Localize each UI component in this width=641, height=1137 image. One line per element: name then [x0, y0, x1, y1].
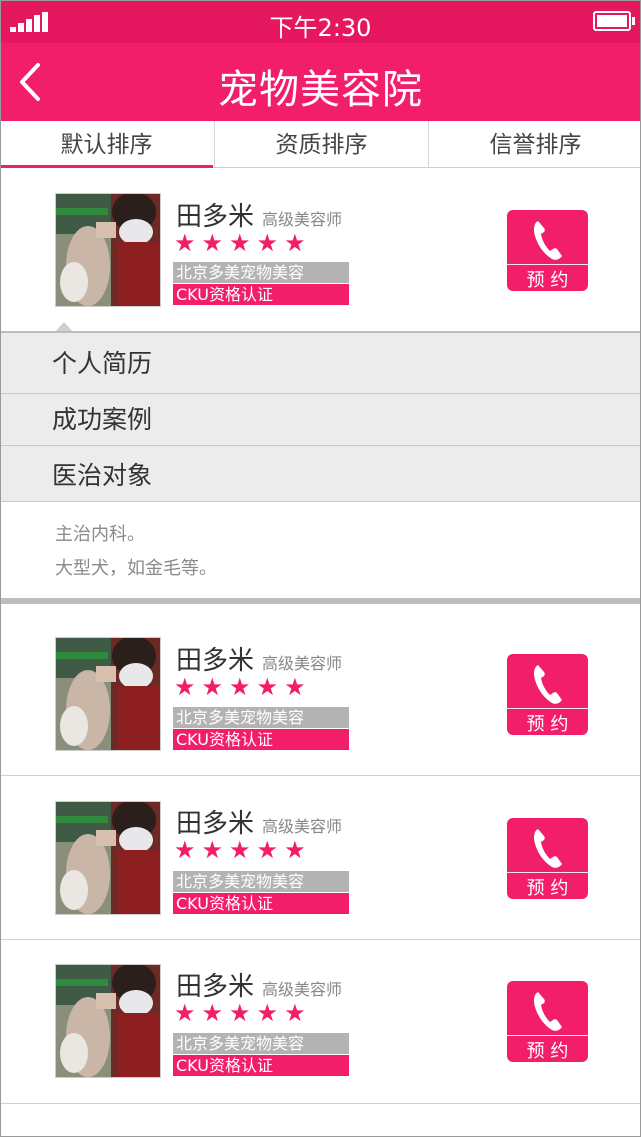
rating-stars: ★★★★★ [174, 836, 312, 864]
groomer-name: 田多米 [176, 202, 255, 232]
page-title: 宠物美容院 [218, 67, 423, 113]
rating-stars: ★★★★★ [174, 229, 312, 257]
groomer-card[interactable]: 田多米 高级美容师 ★★★★★ 北京多美宠物美容 CKU资格认证 预 约 [0, 168, 641, 331]
status-time: 下午2:30 [269, 14, 372, 42]
groomer-card[interactable]: 田多米 高级美容师 ★★★★★ 北京多美宠物美容 CKU资格认证 预 约 [0, 604, 641, 775]
menu-resume[interactable]: 个人简历 [0, 333, 641, 394]
avatar [55, 637, 161, 751]
cert-tag: CKU资格认证 [173, 284, 349, 305]
phone-icon [532, 990, 564, 1032]
book-call-button[interactable]: 预 约 [507, 210, 588, 291]
book-label: 预 约 [526, 878, 569, 899]
groomer-name: 田多米 [176, 646, 255, 676]
tab-qualification-sort[interactable]: 资质排序 [214, 121, 428, 167]
cert-tag: CKU资格认证 [173, 893, 349, 914]
groomer-name: 田多米 [176, 972, 255, 1002]
divider [0, 1103, 641, 1104]
avatar [55, 801, 161, 915]
groomer-name: 田多米 [176, 809, 255, 839]
shop-tag: 北京多美宠物美容 [173, 1033, 349, 1054]
menu-success-cases[interactable]: 成功案例 [0, 394, 641, 446]
detail-text-2: 大型犬，如金毛等。 [55, 558, 217, 579]
avatar [55, 193, 161, 307]
cert-tag: CKU资格认证 [173, 729, 349, 750]
sort-tabs: 默认排序 资质排序 信誉排序 [0, 121, 641, 168]
shop-tag: 北京多美宠物美容 [173, 707, 349, 728]
tab-default-sort[interactable]: 默认排序 [0, 121, 213, 168]
groomer-level: 高级美容师 [262, 654, 343, 673]
avatar [55, 964, 161, 1078]
shop-tag: 北京多美宠物美容 [173, 871, 349, 892]
book-label: 预 约 [526, 714, 569, 735]
shop-tag: 北京多美宠物美容 [173, 262, 349, 283]
groomer-level: 高级美容师 [262, 817, 343, 836]
cert-tag: CKU资格认证 [173, 1055, 349, 1076]
book-label: 预 约 [526, 270, 569, 291]
book-call-button[interactable]: 预 约 [507, 818, 588, 899]
groomer-level: 高级美容师 [262, 210, 343, 229]
rating-stars: ★★★★★ [174, 999, 312, 1027]
nav-bar: 宠物美容院 [0, 43, 641, 121]
phone-icon [532, 663, 564, 705]
groomer-card[interactable]: 田多米 高级美容师 ★★★★★ 北京多美宠物美容 CKU资格认证 预 约 [0, 776, 641, 939]
book-label: 预 约 [526, 1041, 569, 1062]
tab-reputation-sort[interactable]: 信誉排序 [428, 121, 641, 167]
battery-icon [593, 11, 635, 31]
phone-icon [532, 827, 564, 869]
detail-text-1: 主治内科。 [55, 524, 145, 545]
book-call-button[interactable]: 预 约 [507, 981, 588, 1062]
status-bar: 下午2:30 [0, 0, 641, 43]
rating-stars: ★★★★★ [174, 673, 312, 701]
menu-treatment-targets[interactable]: 医治对象 [0, 446, 641, 502]
book-call-button[interactable]: 预 约 [507, 654, 588, 735]
groomer-card[interactable]: 田多米 高级美容师 ★★★★★ 北京多美宠物美容 CKU资格认证 预 约 [0, 940, 641, 1103]
phone-icon [532, 219, 564, 261]
groomer-level: 高级美容师 [262, 980, 343, 999]
